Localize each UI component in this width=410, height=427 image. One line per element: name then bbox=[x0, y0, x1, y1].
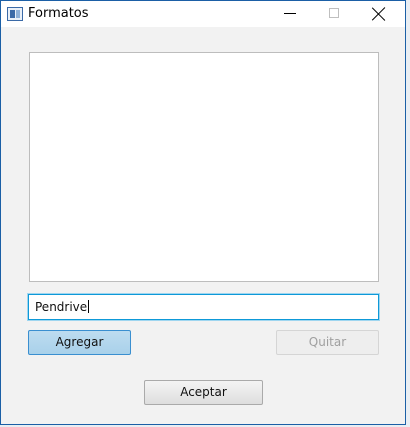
add-button[interactable]: Agregar bbox=[28, 330, 131, 355]
title-bar[interactable]: Formatos bbox=[1, 1, 405, 27]
maximize-button[interactable] bbox=[312, 1, 356, 27]
window-title: Formatos bbox=[28, 6, 89, 21]
close-button[interactable] bbox=[356, 1, 400, 27]
format-input-value: Pendrive bbox=[35, 300, 88, 314]
close-icon bbox=[372, 7, 386, 21]
format-input[interactable]: Pendrive bbox=[28, 294, 379, 320]
app-window-icon bbox=[7, 7, 23, 21]
maximize-icon bbox=[329, 8, 339, 18]
remove-button[interactable]: Quitar bbox=[276, 330, 379, 355]
minimize-icon bbox=[284, 13, 296, 14]
formats-list[interactable] bbox=[29, 52, 379, 282]
text-caret bbox=[88, 300, 90, 313]
minimize-button[interactable] bbox=[268, 1, 312, 27]
formatos-window: Formatos Pendrive Agregar Quitar Aceptar bbox=[0, 0, 406, 425]
accept-button[interactable]: Aceptar bbox=[144, 380, 263, 405]
